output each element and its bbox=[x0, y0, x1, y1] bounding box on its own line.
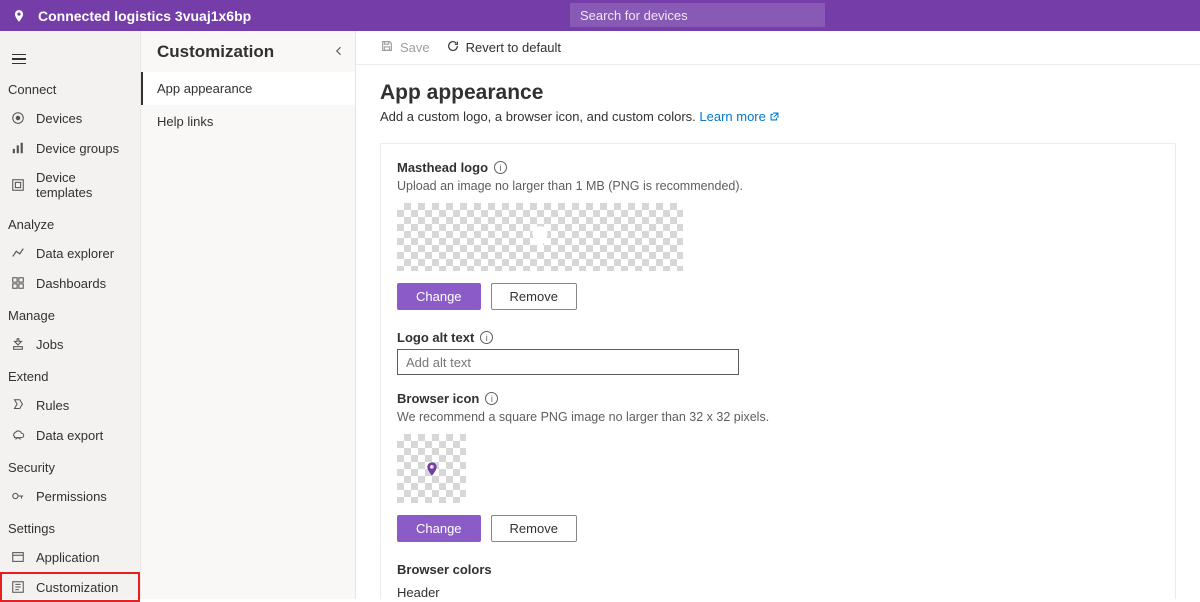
info-icon[interactable]: i bbox=[494, 161, 507, 174]
masthead-remove-button[interactable]: Remove bbox=[491, 283, 577, 310]
sidebar-item-rules[interactable]: Rules bbox=[0, 390, 140, 420]
sidebar-item-label: Permissions bbox=[36, 489, 107, 504]
subpanel-title: Customization bbox=[141, 31, 355, 72]
app-logo-icon bbox=[12, 7, 26, 25]
jobs-icon bbox=[10, 336, 26, 352]
template-icon bbox=[10, 177, 26, 193]
sidebar-item-device-groups[interactable]: Device groups bbox=[0, 133, 140, 163]
save-button[interactable]: Save bbox=[380, 39, 430, 56]
masthead-logo-label: Masthead logo i bbox=[397, 160, 1159, 175]
form-panel: Masthead logo i Upload an image no large… bbox=[380, 143, 1176, 599]
nav-heading-security: Security bbox=[0, 450, 140, 481]
browser-icon-remove-button[interactable]: Remove bbox=[491, 515, 577, 542]
sidebar-item-label: Dashboards bbox=[36, 276, 106, 291]
customization-icon bbox=[10, 579, 26, 595]
subnav-item-app-appearance[interactable]: App appearance bbox=[141, 72, 355, 105]
sidebar-item-permissions[interactable]: Permissions bbox=[0, 481, 140, 511]
cloud-export-icon bbox=[10, 427, 26, 443]
nav-heading-analyze: Analyze bbox=[0, 207, 140, 238]
browser-icon-help-text: We recommend a square PNG image no large… bbox=[397, 410, 1159, 424]
rules-icon bbox=[10, 397, 26, 413]
browser-icon-preview bbox=[397, 434, 466, 503]
browser-icon-label-text: Browser icon bbox=[397, 391, 479, 406]
sidebar-item-dashboards[interactable]: Dashboards bbox=[0, 268, 140, 298]
sidebar-item-label: Device templates bbox=[36, 170, 132, 200]
header-color-label: Header bbox=[397, 585, 1159, 599]
hamburger-icon[interactable] bbox=[12, 54, 26, 65]
nav-heading-connect: Connect bbox=[0, 72, 140, 103]
sidebar-item-application[interactable]: Application bbox=[0, 542, 140, 572]
search-input[interactable] bbox=[570, 3, 825, 27]
sidebar-item-jobs[interactable]: Jobs bbox=[0, 329, 140, 359]
revert-label: Revert to default bbox=[466, 40, 561, 55]
subnav-item-help-links[interactable]: Help links bbox=[141, 105, 355, 138]
page-description: Add a custom logo, a browser icon, and c… bbox=[380, 109, 1176, 125]
sidebar-item-devices[interactable]: Devices bbox=[0, 103, 140, 133]
masthead-help-text: Upload an image no larger than 1 MB (PNG… bbox=[397, 179, 1159, 193]
refresh-icon bbox=[446, 39, 460, 56]
sidebar-item-data-export[interactable]: Data export bbox=[0, 420, 140, 450]
info-icon[interactable]: i bbox=[485, 392, 498, 405]
sidebar-item-label: Data export bbox=[36, 428, 103, 443]
sidebar-item-data-explorer[interactable]: Data explorer bbox=[0, 238, 140, 268]
sub-panel: Customization App appearance Help links bbox=[141, 31, 356, 599]
search-wrap bbox=[570, 3, 825, 27]
masthead-change-button[interactable]: Change bbox=[397, 283, 481, 310]
revert-button[interactable]: Revert to default bbox=[446, 39, 561, 56]
top-bar: Connected logistics 3vuaj1x6bp bbox=[0, 0, 1200, 31]
sidebar-item-device-templates[interactable]: Device templates bbox=[0, 163, 140, 207]
external-link-icon bbox=[769, 110, 780, 125]
sidebar-item-label: Devices bbox=[36, 111, 82, 126]
sidebar-item-label: Device groups bbox=[36, 141, 119, 156]
devices-icon bbox=[10, 110, 26, 126]
masthead-label-text: Masthead logo bbox=[397, 160, 488, 175]
alt-text-label-text: Logo alt text bbox=[397, 330, 474, 345]
page-desc-text: Add a custom logo, a browser icon, and c… bbox=[380, 109, 699, 124]
toolbar: Save Revert to default bbox=[356, 31, 1200, 65]
sidebar-item-customization[interactable]: Customization bbox=[0, 572, 140, 602]
info-icon[interactable]: i bbox=[480, 331, 493, 344]
sidebar-item-label: Data explorer bbox=[36, 246, 114, 261]
location-pin-icon bbox=[424, 458, 440, 480]
browser-icon-change-button[interactable]: Change bbox=[397, 515, 481, 542]
sidebar-item-label: Jobs bbox=[36, 337, 63, 352]
sidebar-item-label: Customization bbox=[36, 580, 118, 595]
line-chart-icon bbox=[10, 245, 26, 261]
learn-more-link[interactable]: Learn more bbox=[699, 109, 765, 124]
application-icon bbox=[10, 549, 26, 565]
masthead-preview bbox=[397, 203, 683, 271]
app-title: Connected logistics 3vuaj1x6bp bbox=[38, 8, 251, 24]
sidebar-item-label: Application bbox=[36, 550, 100, 565]
location-pin-icon bbox=[527, 220, 553, 254]
nav-heading-manage: Manage bbox=[0, 298, 140, 329]
nav-heading-settings: Settings bbox=[0, 511, 140, 542]
save-icon bbox=[380, 39, 394, 56]
page-title: App appearance bbox=[380, 81, 1176, 105]
logo-alt-text-input[interactable] bbox=[397, 349, 739, 375]
nav-heading-extend: Extend bbox=[0, 359, 140, 390]
bar-chart-icon bbox=[10, 140, 26, 156]
dashboard-icon bbox=[10, 275, 26, 291]
collapse-panel-button[interactable] bbox=[333, 45, 345, 60]
browser-colors-label: Browser colors bbox=[397, 562, 1159, 577]
logo-alt-text-label: Logo alt text i bbox=[397, 330, 1159, 345]
browser-icon-label: Browser icon i bbox=[397, 391, 1159, 406]
sidebar-item-label: Rules bbox=[36, 398, 69, 413]
save-label: Save bbox=[400, 40, 430, 55]
key-icon bbox=[10, 488, 26, 504]
sidebar: Connect Devices Device groups Device tem… bbox=[0, 31, 141, 599]
main-area: Save Revert to default App appearance Ad… bbox=[356, 31, 1200, 599]
